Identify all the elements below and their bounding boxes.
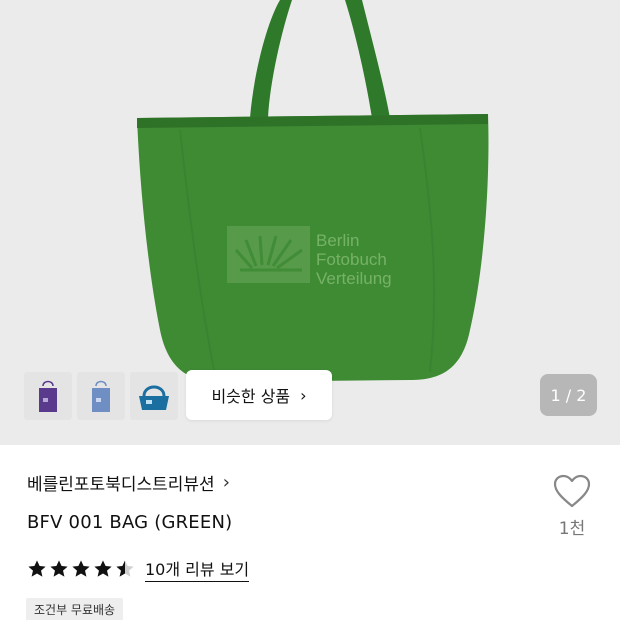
chevron-right-icon: › bbox=[222, 472, 230, 493]
star-full-icon bbox=[94, 560, 112, 577]
star-full-icon bbox=[50, 560, 68, 577]
product-image-area[interactable]: Berlin Fotobuch Verteilung 비슷한 상품 › 1 / … bbox=[0, 0, 620, 445]
chevron-right-icon: › bbox=[300, 385, 307, 405]
similar-products-button[interactable]: 비슷한 상품 › bbox=[186, 370, 332, 420]
brand-name: 베를린포토북디스트리뷰션 bbox=[27, 475, 215, 495]
star-full-icon bbox=[72, 560, 90, 577]
purple-bag-thumbnail bbox=[39, 380, 57, 412]
thumbnail-purple-bag[interactable] bbox=[24, 372, 72, 420]
similar-products-label: 비슷한 상품 bbox=[211, 387, 291, 406]
bag-logo bbox=[227, 226, 310, 283]
product-title: BFV 001 BAG (GREEN) bbox=[27, 512, 233, 533]
bag-logo-line-3: Verteilung bbox=[316, 269, 392, 288]
brand-link[interactable]: 베를린포토북디스트리뷰션 › bbox=[27, 470, 230, 495]
thumbnail-teal-bag[interactable] bbox=[130, 372, 178, 420]
review-link[interactable]: 10개 리뷰 보기 bbox=[145, 556, 250, 582]
star-full-icon bbox=[28, 560, 46, 577]
shipping-badge: 조건부 무료배송 bbox=[26, 598, 124, 620]
teal-bag-thumbnail bbox=[139, 385, 169, 410]
star-half-icon bbox=[116, 560, 134, 577]
bag-logo-line-1: Berlin bbox=[316, 231, 359, 250]
image-page-indicator: 1 / 2 bbox=[540, 374, 597, 416]
thumbnail-blue-bag[interactable] bbox=[77, 372, 125, 420]
rating-row: 10개 리뷰 보기 bbox=[27, 556, 250, 582]
bag-logo-line-2: Fotobuch bbox=[316, 250, 387, 269]
like-area[interactable]: 1천 bbox=[548, 474, 596, 539]
product-detail-page: Berlin Fotobuch Verteilung 비슷한 상품 › 1 / … bbox=[0, 0, 620, 620]
like-count: 1천 bbox=[558, 519, 586, 539]
heart-outline-icon[interactable] bbox=[553, 474, 591, 508]
star-rating bbox=[27, 559, 135, 579]
blue-bag-thumbnail bbox=[92, 380, 110, 412]
thumbnail-strip bbox=[24, 372, 178, 420]
